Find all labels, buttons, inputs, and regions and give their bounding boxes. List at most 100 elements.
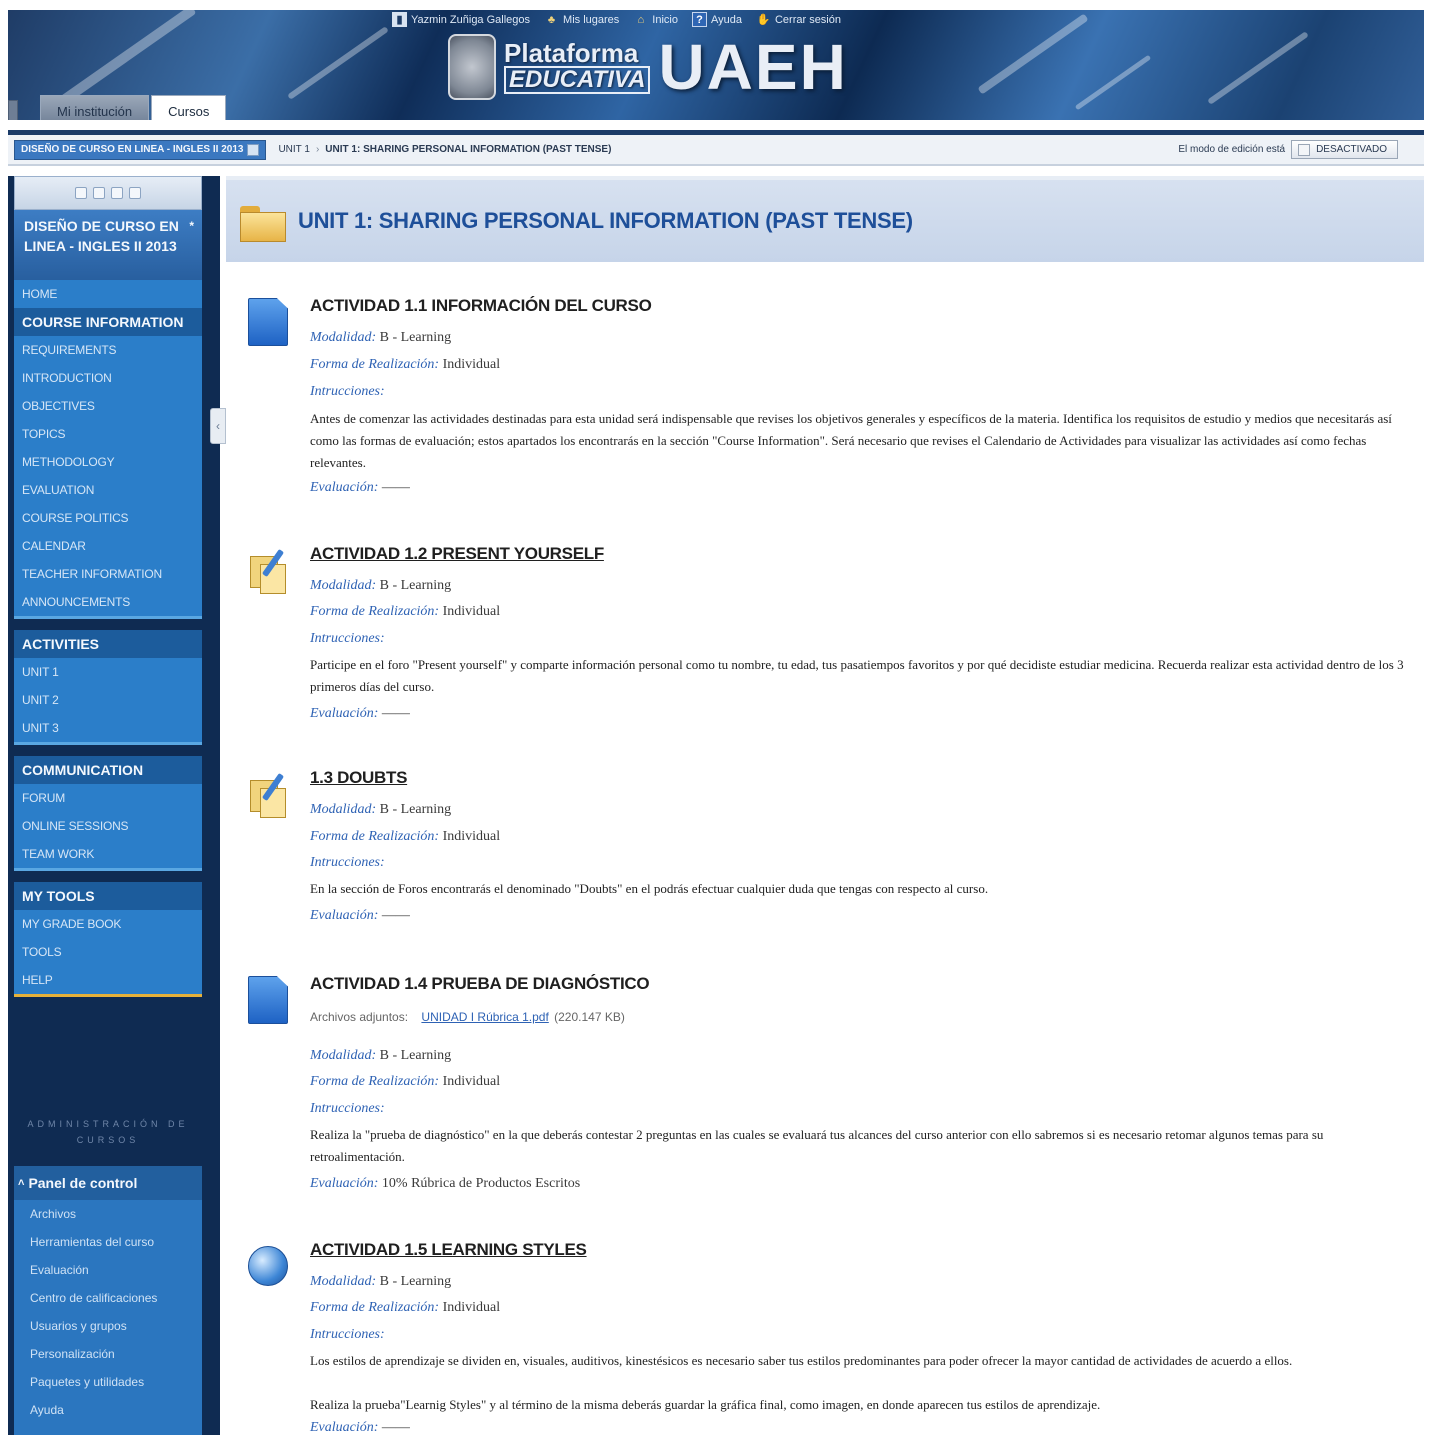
nav-item-tools[interactable]: TOOLS (14, 938, 202, 966)
collapse-menu-handle[interactable]: ‹ (210, 408, 226, 444)
nav-item-help[interactable]: HELP (14, 966, 202, 994)
course-menu: DISEÑO DE CURSO EN LINEA - INGLES II 201… (8, 176, 220, 1435)
edit-mode: El modo de edición está DESACTIVADO (1178, 140, 1398, 159)
breadcrumb-unit[interactable]: UNIT 1 (278, 144, 310, 155)
item-title: ACTIVIDAD 1.1 INFORMACIÓN DEL CURSO (310, 296, 652, 315)
nav-item-unit-2[interactable]: UNIT 2 (14, 686, 202, 714)
nav-section-main: HOME COURSE INFORMATION REQUIREMENTS INT… (14, 280, 202, 616)
item-title-link[interactable]: ACTIVIDAD 1.5 LEARNING STYLES (310, 1240, 587, 1260)
nav-item-evaluation[interactable]: EVALUATION (14, 476, 202, 504)
header-banner: ▮ Yazmin Zuñiga Gallegos ♣ Mis lugares ⌂… (8, 10, 1424, 120)
nav-heading-course-information[interactable]: COURSE INFORMATION (14, 308, 202, 336)
item-title-link[interactable]: ACTIVIDAD 1.2 PRESENT YOURSELF (310, 544, 604, 564)
panel-item-herramientas[interactable]: Herramientas del curso (14, 1228, 202, 1256)
admin-section-label: ADMINISTRACIÓN DE CURSOS (27, 1119, 189, 1145)
nav-item-my-grade-book[interactable]: MY GRADE BOOK (14, 910, 202, 938)
detach-icon[interactable] (129, 187, 141, 199)
panel-item-usuarios[interactable]: Usuarios y grupos (14, 1312, 202, 1340)
panel-item-calificaciones[interactable]: Centro de calificaciones (14, 1284, 202, 1312)
nav-item-team-work[interactable]: TEAM WORK (14, 840, 202, 868)
uaeh-logo: Plataforma EDUCATIVA UAEH (448, 30, 848, 104)
help-icon: ? (691, 12, 707, 27)
tab-mi-institucion[interactable]: Mi institución (40, 95, 150, 120)
nav-item-requirements[interactable]: REQUIREMENTS (14, 336, 202, 364)
nav-item-online-sessions[interactable]: ONLINE SESSIONS (14, 812, 202, 840)
star-icon: * (189, 219, 194, 233)
breadcrumb-current: UNIT 1: SHARING PERSONAL INFORMATION (PA… (325, 144, 612, 155)
attachments: Archivos adjuntos: UNIDAD I Rúbrica 1.pd… (310, 1010, 625, 1024)
item-title: ACTIVIDAD 1.4 PRUEBA DE DIAGNÓSTICO (310, 974, 650, 993)
panel-item-paquetes[interactable]: Paquetes y utilidades (14, 1368, 202, 1396)
nav-item-forum[interactable]: FORUM (14, 784, 202, 812)
document-icon (248, 976, 288, 1024)
item-title-link[interactable]: 1.3 DOUBTS (310, 768, 407, 788)
nav-item-methodology[interactable]: METHODOLOGY (14, 448, 202, 476)
home-link[interactable]: ⌂ Inicio (633, 12, 678, 27)
user-icon: ▮ (392, 12, 407, 27)
nav-item-calendar[interactable]: CALENDAR (14, 532, 202, 560)
nav-item-introduction[interactable]: INTRODUCTION (14, 364, 202, 392)
item-description: Los estilos de aprendizaje se dividen en… (310, 1353, 1293, 1368)
my-places-link[interactable]: ♣ Mis lugares (544, 12, 619, 27)
user-links: ▮ Yazmin Zuñiga Gallegos ♣ Mis lugares ⌂… (392, 12, 841, 27)
attachment-link[interactable]: UNIDAD I Rúbrica 1.pdf (421, 1010, 548, 1024)
nav-divider (14, 616, 202, 630)
nav-heading-activities[interactable]: ACTIVITIES (14, 630, 202, 658)
help-link[interactable]: ? Ayuda (691, 12, 742, 27)
breadcrumb-separator: › (315, 144, 320, 155)
nav-item-unit-1[interactable]: UNIT 1 (14, 658, 202, 686)
unit-header: UNIT 1: SHARING PERSONAL INFORMATION (PA… (226, 176, 1424, 262)
panel-item-evaluacion[interactable]: Evaluación (14, 1256, 202, 1284)
tab-edge (8, 100, 18, 120)
item-description: En la sección de Foros encontrarás el de… (310, 881, 989, 896)
refresh-icon[interactable] (93, 187, 105, 199)
item-description-2: Realiza la prueba"Learnig Styles" y al t… (310, 1397, 1101, 1412)
add-item-icon[interactable] (75, 187, 87, 199)
nav-section-my-tools: MY TOOLS MY GRADE BOOK TOOLS HELP (14, 882, 202, 994)
nav-item-home[interactable]: HOME (14, 280, 202, 308)
panel-item-personalizacion[interactable]: Personalización (14, 1340, 202, 1368)
item-description: Antes de comenzar las actividades destin… (310, 411, 1392, 470)
logout-link[interactable]: ✋ Cerrar sesión (756, 12, 841, 27)
user-name-link[interactable]: ▮ Yazmin Zuñiga Gallegos (392, 12, 530, 27)
nav-divider (14, 868, 202, 882)
course-title[interactable]: DISEÑO DE CURSO EN LINEA - INGLES II 201… (14, 210, 202, 280)
course-menu-button[interactable]: DISEÑO DE CURSO EN LINEA - INGLES II 201… (14, 139, 267, 160)
top-tabs: Mi institución Cursos (8, 95, 227, 120)
nav-item-unit-3[interactable]: UNIT 3 (14, 714, 202, 742)
item-description: Participe en el foro "Present yourself" … (310, 657, 1404, 694)
panel-item-ayuda[interactable]: Ayuda (14, 1396, 202, 1424)
nav-item-announcements[interactable]: ANNOUNCEMENTS (14, 588, 202, 616)
dropdown-icon (247, 143, 260, 156)
home-icon: ⌂ (637, 13, 645, 26)
places-icon: ♣ (547, 13, 556, 26)
forum-icon (248, 546, 288, 594)
nav-item-objectives[interactable]: OBJECTIVES (14, 392, 202, 420)
tab-cursos[interactable]: Cursos (151, 95, 227, 120)
nav-divider (14, 742, 202, 756)
view-tree-icon[interactable] (111, 187, 123, 199)
globe-icon (248, 1246, 288, 1286)
collapse-icon: ˄ (18, 1177, 25, 1189)
nav-item-course-politics[interactable]: COURSE POLITICS (14, 504, 202, 532)
nav-heading-my-tools[interactable]: MY TOOLS (14, 882, 202, 910)
nav-item-teacher-information[interactable]: TEACHER INFORMATION (14, 560, 202, 588)
edit-mode-toggle[interactable]: DESACTIVADO (1291, 140, 1398, 159)
nav-item-topics[interactable]: TOPICS (14, 420, 202, 448)
logo-uaeh: UAEH (658, 31, 848, 103)
folder-icon (240, 202, 286, 242)
panel-item-archivos[interactable]: Archivos (14, 1200, 202, 1228)
university-seal-icon (448, 34, 496, 100)
item-description: Realiza la "prueba de diagnóstico" en la… (310, 1127, 1324, 1164)
nav-section-activities: ACTIVITIES UNIT 1 UNIT 2 UNIT 3 (14, 630, 202, 742)
logo-line1: Plataforma (504, 38, 639, 68)
breadcrumb: DISEÑO DE CURSO EN LINEA - INGLES II 201… (8, 130, 1424, 166)
nav-heading-communication[interactable]: COMMUNICATION (14, 756, 202, 784)
menu-toolbar (14, 176, 202, 210)
control-panel-heading[interactable]: ˄ Panel de control (14, 1166, 202, 1200)
content-area: UNIT 1: SHARING PERSONAL INFORMATION (PA… (226, 176, 1424, 1435)
logout-icon: ✋ (756, 14, 771, 26)
edit-mode-label: El modo de edición está (1178, 144, 1286, 155)
chevron-left-icon: ‹ (216, 419, 220, 433)
page-title: UNIT 1: SHARING PERSONAL INFORMATION (PA… (298, 208, 913, 233)
